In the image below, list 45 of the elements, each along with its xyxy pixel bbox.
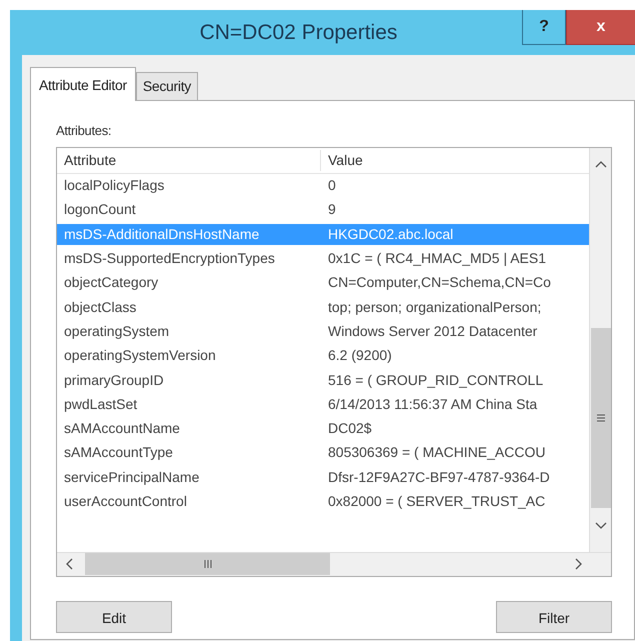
table-cell[interactable]: userAccountControl <box>57 491 320 512</box>
filter-button[interactable]: Filter <box>496 600 612 632</box>
scroll-up-icon[interactable] <box>594 160 606 168</box>
table-cell[interactable]: pwdLastSet <box>57 394 320 415</box>
table-cell[interactable]: CN=Computer,CN=Schema,CN=Co <box>320 272 589 294</box>
scroll-down-icon[interactable] <box>594 522 606 530</box>
scrollbar-thumb[interactable] <box>85 553 330 575</box>
grip-icon <box>596 414 606 422</box>
table-cell[interactable]: 6/14/2013 11:56:37 AM China Sta <box>320 394 589 415</box>
table-cell[interactable]: 516 = ( GROUP_RID_CONTROLL <box>320 370 589 391</box>
horizontal-scrollbar[interactable] <box>57 552 611 576</box>
table-cell[interactable]: objectClass <box>57 296 320 318</box>
table-cell[interactable]: primaryGroupID <box>57 370 320 391</box>
table-cell[interactable]: 0x1C = ( RC4_HMAC_MD5 | AES1 <box>320 248 589 270</box>
table-cell[interactable]: operatingSystemVersion <box>57 345 320 366</box>
table-cell[interactable]: 0 <box>320 175 589 196</box>
close-button[interactable]: x <box>566 10 635 45</box>
table-cell[interactable]: localPolicyFlags <box>57 175 320 196</box>
help-button[interactable]: ? <box>522 10 566 45</box>
table-cell[interactable]: top; person; organizationalPerson; <box>320 296 589 318</box>
scroll-left-icon[interactable] <box>65 558 73 570</box>
scrollbar-thumb[interactable] <box>590 328 610 508</box>
tab[interactable]: Attribute Editor <box>30 67 136 101</box>
attributes-label: Attributes: <box>56 122 112 140</box>
tab[interactable]: Security <box>136 72 198 100</box>
scroll-right-icon[interactable] <box>575 558 583 570</box>
grip-icon <box>202 559 212 569</box>
table-cell[interactable]: 9 <box>320 199 589 220</box>
table-cell[interactable]: operatingSystem <box>57 320 320 342</box>
table-cell[interactable]: 0x82000 = ( SERVER_TRUST_AC <box>320 491 589 512</box>
table-cell[interactable]: msDS-SupportedEncryptionTypes <box>57 248 320 270</box>
column-header[interactable]: Attribute <box>57 150 320 170</box>
window-title: CN=DC02 Properties <box>200 20 398 46</box>
table-cell[interactable]: servicePrincipalName <box>57 466 320 488</box>
table-cell[interactable]: Dfsr-12F9A27C-BF97-4787-9364-D <box>320 466 589 488</box>
table-cell[interactable]: 805306369 = ( MACHINE_ACCOU <box>320 442 589 464</box>
table-cell[interactable]: objectCategory <box>57 272 320 294</box>
table-cell[interactable]: sAMAccountType <box>57 442 320 464</box>
table-cell[interactable]: logonCount <box>57 199 320 220</box>
table-cell[interactable]: sAMAccountName <box>57 418 320 440</box>
edit-button[interactable]: Edit <box>56 600 172 632</box>
table-cell[interactable]: Windows Server 2012 Datacenter <box>320 320 589 342</box>
table-cell[interactable]: 6.2 (9200) <box>320 345 589 366</box>
vertical-scrollbar[interactable] <box>589 148 611 552</box>
table-cell[interactable]: DC02$ <box>320 418 589 440</box>
